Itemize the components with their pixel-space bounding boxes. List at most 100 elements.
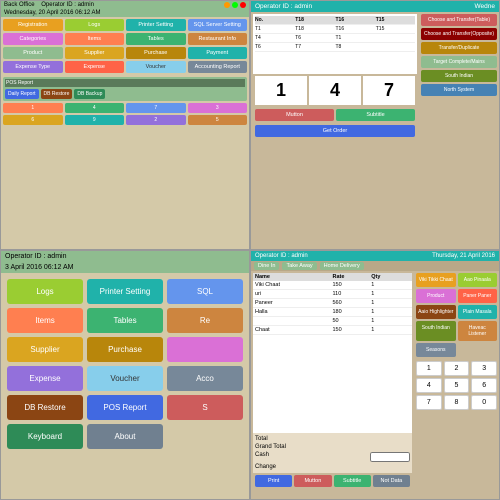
sub-btn-3[interactable]: 7 <box>126 103 186 113</box>
cat-btn-4[interactable]: Paner Paner <box>458 289 498 303</box>
window-controls <box>224 2 246 8</box>
table-row[interactable]: T4T6T1 <box>255 34 415 43</box>
sub-btn-6[interactable]: 9 <box>65 115 125 125</box>
cat-btn-1[interactable]: Viki Tikki Chaat <box>416 273 456 287</box>
table-row[interactable]: T1T18T16T15 <box>255 25 415 34</box>
q3-expense-btn[interactable]: Expense <box>7 366 83 391</box>
db-restore-btn[interactable]: DB Restore <box>41 89 73 99</box>
dine-in-tab[interactable]: Dine In <box>254 262 279 270</box>
num-6-btn[interactable]: 6 <box>471 378 497 393</box>
product-btn[interactable]: Product <box>3 47 63 59</box>
payment-btn[interactable]: Payment <box>188 47 248 59</box>
home-delivery-tab[interactable]: Home Delivery <box>320 262 364 270</box>
q3-accounting-btn[interactable]: Acco <box>167 366 243 391</box>
col-qty: Qty <box>371 274 410 280</box>
sub-btn-1[interactable]: 1 <box>3 103 63 113</box>
q3-pos-report-btn[interactable]: POS Report <box>87 395 163 420</box>
q4-sub-bar: Dine In Take Away Home Delivery <box>251 261 499 271</box>
get-order-btn[interactable]: Get Order <box>255 125 415 137</box>
q3-printer-setting-btn[interactable]: Printer Setting <box>87 279 163 304</box>
q3-restaurant-btn[interactable]: Re <box>167 308 243 333</box>
q3-keyboard-btn[interactable]: Keyboard <box>7 424 83 449</box>
q3-supplier-btn[interactable]: Supplier <box>7 337 83 362</box>
q3-voucher-btn[interactable]: Voucher <box>87 366 163 391</box>
print-btn[interactable]: Print <box>255 475 292 487</box>
order-row-6[interactable]: Chaat1501 <box>253 326 412 335</box>
supplier-btn[interactable]: Supplier <box>65 47 125 59</box>
num-5-btn[interactable]: 5 <box>444 378 470 393</box>
sub-btn-7[interactable]: 2 <box>126 115 186 125</box>
close-icon[interactable] <box>240 2 246 8</box>
order-row-2[interactable]: uri1101 <box>253 290 412 299</box>
cat-btn-5[interactable]: Aaio Highlighter <box>416 305 456 319</box>
expense-type-btn[interactable]: Expense Type <box>3 61 63 73</box>
num-0-btn[interactable]: 0 <box>471 395 497 410</box>
categories-btn[interactable]: Categories <box>3 33 63 45</box>
printer-setting-btn[interactable]: Printer Setting <box>126 19 186 31</box>
q2-content: No. T18 T16 T15 T1T18T16T15 T4T6T1 T6T7T… <box>251 12 499 244</box>
cat-btn-6[interactable]: Plain Masala <box>458 305 498 319</box>
q3-extra-btn[interactable] <box>167 337 243 362</box>
change-label: Change <box>255 464 276 470</box>
registration-btn[interactable]: Registration <box>3 19 63 31</box>
north-system-btn[interactable]: North System <box>421 84 497 96</box>
daily-report-btn[interactable]: Daily Report <box>5 89 39 99</box>
q2-datetime: Wedne <box>475 3 495 10</box>
choose-transfer-opp-btn[interactable]: Choose and Transfer(Opposite) <box>421 28 497 40</box>
q3-sql-btn[interactable]: SQL <box>167 279 243 304</box>
not-data-btn[interactable]: Not Data <box>373 475 410 487</box>
mutton-btn2[interactable]: Mutton <box>294 475 331 487</box>
logs-btn[interactable]: Logs <box>65 19 125 31</box>
order-row-5[interactable]: 501 <box>253 317 412 326</box>
purchase-btn[interactable]: Purchase <box>126 47 186 59</box>
sub-btn-4[interactable]: 3 <box>188 103 248 113</box>
subtitle-btn2[interactable]: Subtitle <box>334 475 371 487</box>
order-row-4[interactable]: Halla1801 <box>253 308 412 317</box>
cat-btn-7[interactable]: South Indian <box>416 321 456 341</box>
order-row-1[interactable]: Viki Chaat1501 <box>253 281 412 290</box>
expense-btn[interactable]: Expense <box>65 61 125 73</box>
items-btn[interactable]: Items <box>65 33 125 45</box>
q4-title-bar: Operator ID : admin Thursday, 21 April 2… <box>251 251 499 261</box>
restaurant-info-btn[interactable]: Restaurant Info <box>188 33 248 45</box>
target-complete-btn[interactable]: Target Complete/Mains <box>421 56 497 68</box>
cat-btn-8[interactable]: Haveac Listener <box>458 321 498 341</box>
q3-s-btn[interactable]: S <box>167 395 243 420</box>
num-8-btn[interactable]: 8 <box>444 395 470 410</box>
subtitle-btn[interactable]: Subtitle <box>336 109 415 121</box>
num-3-btn[interactable]: 3 <box>471 361 497 376</box>
q3-tables-btn[interactable]: Tables <box>87 308 163 333</box>
q3-about-btn[interactable]: About <box>87 424 163 449</box>
cat-btn-3[interactable]: Product <box>416 289 456 303</box>
transfer-duplicate-btn[interactable]: Transfer/Duplicate <box>421 42 497 54</box>
voucher-btn[interactable]: Voucher <box>126 61 186 73</box>
table-row[interactable]: T6T7T8 <box>255 43 415 52</box>
minimize-icon[interactable] <box>224 2 230 8</box>
sql-server-btn[interactable]: SQL Server Setting <box>188 19 248 31</box>
q3-purchase-btn[interactable]: Purchase <box>87 337 163 362</box>
cat-btns: Viki Tikki Chaat Aao Pinaala Product Pan… <box>416 273 497 357</box>
tables-btn[interactable]: Tables <box>126 33 186 45</box>
mutton-btn[interactable]: Mutton <box>255 109 334 121</box>
num-1-btn[interactable]: 1 <box>416 361 442 376</box>
q3-logs-btn[interactable]: Logs <box>7 279 83 304</box>
num-7-btn[interactable]: 7 <box>416 395 442 410</box>
order-row-3[interactable]: Paneer5601 <box>253 299 412 308</box>
accounting-report-btn[interactable]: Accounting Report <box>188 61 248 73</box>
cash-input[interactable] <box>370 452 410 462</box>
south-indian-btn[interactable]: South Indian <box>421 70 497 82</box>
cat-btn-9[interactable]: Seasons <box>416 343 456 357</box>
q3-items-btn[interactable]: Items <box>7 308 83 333</box>
num-4-btn[interactable]: 4 <box>416 378 442 393</box>
maximize-icon[interactable] <box>232 2 238 8</box>
num-2-btn[interactable]: 2 <box>444 361 470 376</box>
q2-operator: Operator ID : admin <box>255 3 312 10</box>
q3-db-restore-btn[interactable]: DB Restore <box>7 395 83 420</box>
choose-transfer-table-btn[interactable]: Choose and Transfer(Table) <box>421 14 497 26</box>
sub-btn-2[interactable]: 4 <box>65 103 125 113</box>
db-backup-btn[interactable]: DB Backup <box>74 89 105 99</box>
cat-btn-2[interactable]: Aao Pinaala <box>458 273 498 287</box>
sub-btn-8[interactable]: 5 <box>188 115 248 125</box>
sub-btn-5[interactable]: 6 <box>3 115 63 125</box>
take-away-tab[interactable]: Take Away <box>282 262 316 270</box>
